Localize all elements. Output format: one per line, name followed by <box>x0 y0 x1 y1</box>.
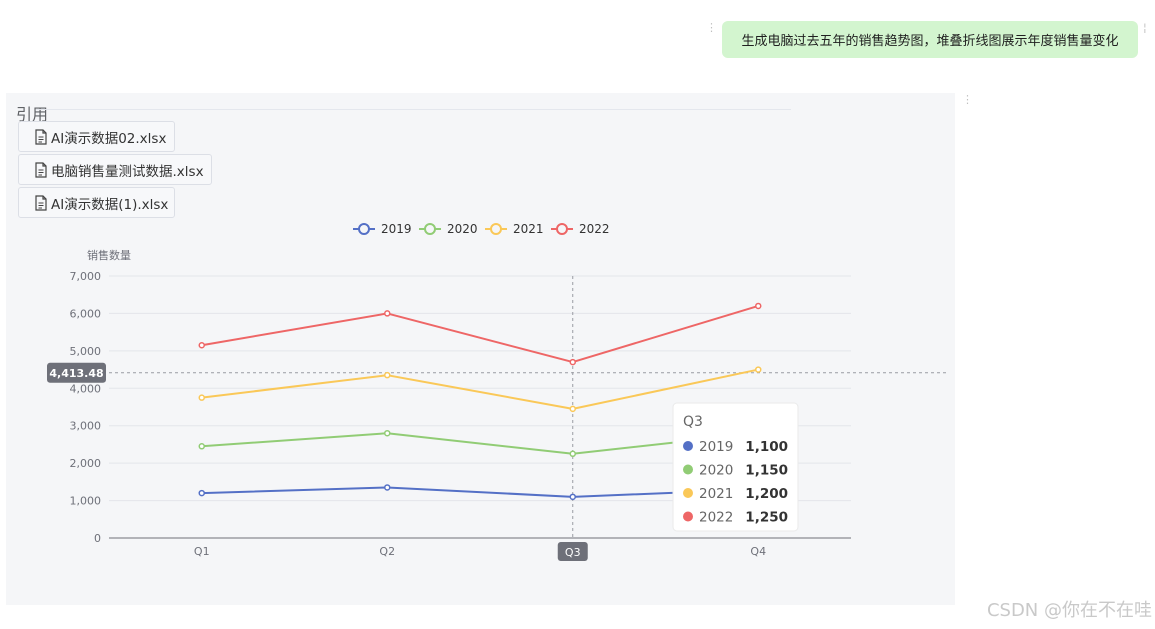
x-tick-label: Q3 <box>565 546 581 559</box>
data-point-2019 <box>198 489 205 497</box>
series-line-2021 <box>201 368 759 410</box>
tooltip-series-name: 2022 <box>699 510 733 526</box>
y-tick-label: 1,000 <box>70 495 102 508</box>
legend-label: 2022 <box>579 222 610 236</box>
data-point-2022 <box>198 341 205 349</box>
stacked-line-chart[interactable]: 0 1,000 2,000 3,000 4,000 5,000 6,000 7,000 销售数量… <box>6 93 955 605</box>
y-tick-label: 3,000 <box>70 420 102 433</box>
tooltip-marker <box>683 464 693 475</box>
tooltip-series-name: 2021 <box>699 486 733 502</box>
series-line-2022 <box>201 304 759 364</box>
tooltip-marker <box>683 511 693 522</box>
data-point-2022 <box>755 302 762 310</box>
legend-label: 2020 <box>447 222 478 236</box>
data-point-2021 <box>384 371 391 379</box>
y-tick-label: 5,000 <box>70 345 102 358</box>
tooltip-title: Q3 <box>683 414 703 430</box>
user-message-text: 生成电脑过去五年的销售趋势图，堆叠折线图展示年度销售量变化 <box>741 34 1119 49</box>
tooltip-series-name: 2019 <box>699 439 733 455</box>
data-point-2020 <box>198 443 205 450</box>
tooltip-series-name: 2020 <box>699 463 733 479</box>
tooltip-marker <box>683 488 693 498</box>
crosshair-y-value: 4,413.48 <box>49 367 103 380</box>
answer-card: 引用 AI演示数据02.xlsx 电脑销售量测试数据.xlsx AI演示数据(1… <box>6 93 955 605</box>
legend-label: 2021 <box>513 222 544 236</box>
x-tick-label: Q2 <box>379 545 395 558</box>
tooltip-value: 1,250 <box>745 510 788 526</box>
user-message-bubble: 生成电脑过去五年的销售趋势图，堆叠折线图展示年度销售量变化 <box>722 21 1138 58</box>
tooltip-value: 1,100 <box>745 439 788 455</box>
data-point-2021 <box>569 405 576 413</box>
data-point-2020 <box>569 450 576 458</box>
tooltip-value: 1,200 <box>745 486 788 502</box>
y-tick-label: 0 <box>94 532 101 545</box>
bubble-edge-mark: ¦ <box>1143 21 1147 34</box>
x-tick-label: Q1 <box>194 545 210 558</box>
data-point-2022 <box>569 358 576 366</box>
y-tick-label: 4,000 <box>70 382 102 395</box>
answer-options-icon[interactable]: ⋮ <box>962 94 973 105</box>
legend-marker <box>556 223 568 235</box>
data-point-2019 <box>569 493 576 501</box>
data-point-2020 <box>384 429 391 437</box>
y-tick-label: 2,000 <box>70 457 102 470</box>
legend-label: 2019 <box>381 222 412 236</box>
x-tick-label: Q4 <box>750 545 766 558</box>
tooltip-marker <box>683 441 693 451</box>
legend-marker <box>358 223 370 235</box>
y-axis-label: 销售数量 <box>87 248 131 262</box>
data-point-2019 <box>384 484 391 491</box>
data-point-2021 <box>755 366 762 373</box>
data-point-2022 <box>384 310 391 317</box>
y-tick-label: 6,000 <box>70 307 102 320</box>
legend-marker <box>424 223 436 235</box>
y-tick-label: 7,000 <box>70 270 102 283</box>
message-options-icon[interactable]: ⋮ <box>706 22 717 33</box>
data-point-2021 <box>198 394 205 401</box>
watermark: CSDN @你在不在哇 <box>986 600 1152 621</box>
legend-marker <box>490 223 502 235</box>
tooltip-value: 1,150 <box>745 463 788 479</box>
